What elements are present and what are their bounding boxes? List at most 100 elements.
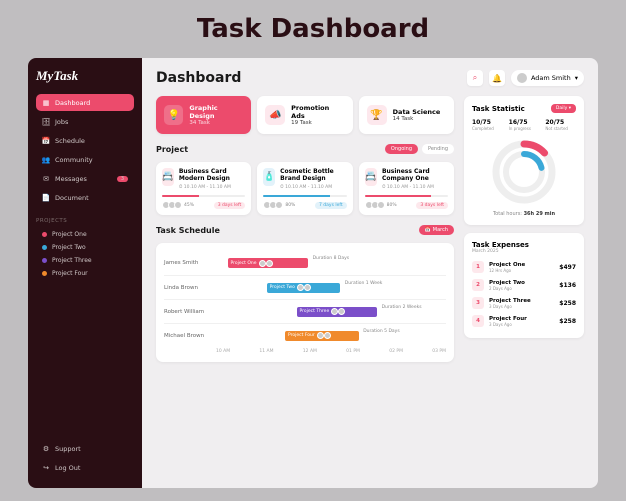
document-icon: 📄: [42, 194, 50, 202]
category-card[interactable]: 💡 Graphic Design 34 Task: [156, 96, 251, 134]
user-menu-button[interactable]: Adam Smith ▾: [511, 70, 584, 86]
sidebar-item-community[interactable]: 👥 Community: [36, 151, 134, 168]
axis-tick: 01 PM: [346, 349, 360, 354]
logo: MyTask: [36, 68, 134, 84]
sidebar-project-item[interactable]: Project One: [36, 228, 134, 241]
project-name: Project Two: [52, 244, 86, 251]
project-card[interactable]: 📇 Business Card Modern Design ⏱ 10.10 AM…: [156, 162, 251, 215]
sidebar-project-item[interactable]: Project Four: [36, 267, 134, 280]
sidebar-project-item[interactable]: Project Two: [36, 241, 134, 254]
expense-row[interactable]: 2 Project Two 2 Days Ago $136: [472, 276, 576, 294]
gantgames-b„ data-interactable=: Project Two: [267, 283, 341, 293]
pill-pending[interactable]: Pending: [422, 144, 454, 154]
project-card-name: Cosmetic Bottle Brand Design: [280, 168, 347, 182]
progress-bar: [365, 195, 448, 197]
nav-label: Document: [55, 194, 89, 202]
task-statistic-card: Task Statistic Daily ▾ 10/75Completed16/…: [464, 96, 584, 225]
project-card-name: Business Card Company One: [382, 168, 448, 182]
dashboard-icon: ▦: [42, 99, 50, 107]
sidebar-item-messages[interactable]: ✉ Messages 3: [36, 170, 134, 187]
category-card[interactable]: 🏆 Data Science 14 Task: [359, 96, 454, 134]
search-button[interactable]: ⌕: [467, 70, 483, 86]
schedule-track: Project One Duration 8 Days: [216, 251, 446, 275]
messages-icon: ✉: [42, 175, 50, 183]
expense-rank: 3: [472, 297, 484, 309]
content-row: 💡 Graphic Design 34 Task 📣 Promotion Ads…: [156, 96, 584, 362]
schedule-month-button[interactable]: 📅 March: [419, 225, 454, 235]
expenses-month: March 2025: [472, 249, 576, 254]
days-left-pill: 7 days left: [315, 202, 347, 209]
left-column: 💡 Graphic Design 34 Task 📣 Promotion Ads…: [156, 96, 454, 362]
project-cards: 📇 Business Card Modern Design ⏱ 10.10 AM…: [156, 162, 454, 215]
stat-title: Task Statistic: [472, 105, 525, 113]
assignee-avatars: [365, 201, 383, 209]
sidebar-item-dashboard[interactable]: ▦ Dashboard: [36, 94, 134, 111]
project-card-time: ⏱ 10.10 AM - 11.10 AM: [382, 184, 448, 190]
pill-ongoing[interactable]: Ongoing: [385, 144, 418, 154]
assignee-avatars: [162, 201, 180, 209]
gantt-avatar: [304, 284, 311, 291]
right-column: Task Statistic Daily ▾ 10/75Completed16/…: [464, 96, 584, 362]
schedule-track: Project Two Duration 1 Week: [216, 276, 446, 300]
expense-row[interactable]: 1 Project One 12 Hrs Ago $497: [472, 258, 576, 276]
projects-list: Project One Project Two Project Three Pr…: [36, 228, 134, 280]
expense-ago: 12 Hrs Ago: [489, 268, 559, 273]
project-card-name: Business Card Modern Design: [179, 168, 245, 182]
gantt-duration: Duration 8 Days: [313, 257, 350, 262]
axis-tick: 10 AM: [216, 349, 230, 354]
stat-donut-chart: [489, 137, 559, 207]
schedule-card: James Smith Project One Duration 8 Days …: [156, 243, 454, 362]
project-card-icon: 📇: [162, 168, 174, 186]
sidebar-project-item[interactable]: Project Three: [36, 254, 134, 267]
schedule-row: James Smith Project One Duration 8 Days: [164, 251, 446, 275]
gantt-avatar: [317, 332, 324, 339]
project-card[interactable]: 📇 Business Card Company One ⏱ 10.10 AM -…: [359, 162, 454, 215]
stat-numbers: 10/75Completed16/75In progress20/75Not s…: [472, 119, 576, 131]
project-section-title: Project: [156, 145, 188, 154]
notifications-button[interactable]: 🔔: [489, 70, 505, 86]
sidebar-item-jobs[interactable]: 🗄 Jobs: [36, 113, 134, 130]
stat-number: 10/75Completed: [472, 119, 503, 131]
category-icon: 💡: [164, 105, 183, 125]
project-section-header: Project Ongoing Pending: [156, 144, 454, 154]
gantt-bar-label: Project One: [231, 261, 257, 266]
stat-total: Total hours: 36h 29 min: [472, 211, 576, 217]
sidebar-item-log-out[interactable]: ↪ Log Out: [36, 459, 134, 476]
axis-tick: 02 PM: [389, 349, 403, 354]
task-expenses-card: Task Expenses March 2025 1 Project One 1…: [464, 233, 584, 338]
schedule-person: Linda Brown: [164, 285, 216, 291]
project-name: Project Four: [52, 270, 88, 277]
category-text: Data Science 14 Task: [393, 108, 441, 122]
category-card[interactable]: 📣 Promotion Ads 19 Task: [257, 96, 352, 134]
category-count: 34 Task: [189, 120, 243, 126]
category-icon: 📣: [265, 105, 285, 125]
schedule-person: Michael Brown: [164, 333, 216, 339]
expense-amount: $258: [559, 300, 576, 307]
schedule-row: Michael Brown Project Four Duration 5 Da…: [164, 323, 446, 347]
gantgames-b„ data-interactable=: Project One: [228, 258, 309, 268]
stat-period-button[interactable]: Daily ▾: [551, 104, 576, 113]
sidebar-item-schedule[interactable]: 📅 Schedule: [36, 132, 134, 149]
expense-amount: $136: [559, 282, 576, 289]
axis-tick: 11 AM: [259, 349, 273, 354]
category-title: Promotion Ads: [291, 104, 344, 120]
project-card-time: ⏱ 10.10 AM - 11.10 AM: [179, 184, 245, 190]
project-card[interactable]: 🧴 Cosmetic Bottle Brand Design ⏱ 10.10 A…: [257, 162, 352, 215]
gantt-bar-label: Project Two: [270, 285, 295, 290]
gantt-avatar: [259, 260, 266, 267]
expense-rank: 4: [472, 315, 484, 327]
expense-rank: 1: [472, 261, 484, 273]
expense-row[interactable]: 3 Project Three 3 Days Ago $258: [472, 294, 576, 312]
expense-row[interactable]: 4 Project Four 3 Days Ago $258: [472, 312, 576, 330]
category-title: Data Science: [393, 108, 441, 116]
project-color-dot: [42, 245, 47, 250]
sidebar-item-document[interactable]: 📄 Document: [36, 189, 134, 206]
jobs-icon: 🗄: [42, 118, 50, 126]
bell-icon: 🔔: [492, 74, 502, 83]
project-card-icon: 📇: [365, 168, 377, 186]
stat-number: 20/75Not started: [545, 119, 576, 131]
nav-label: Dashboard: [55, 99, 90, 107]
project-card-icon: 🧴: [263, 168, 275, 186]
sidebar-item-support[interactable]: ⚙ Support: [36, 440, 134, 457]
badge: 3: [117, 176, 128, 182]
